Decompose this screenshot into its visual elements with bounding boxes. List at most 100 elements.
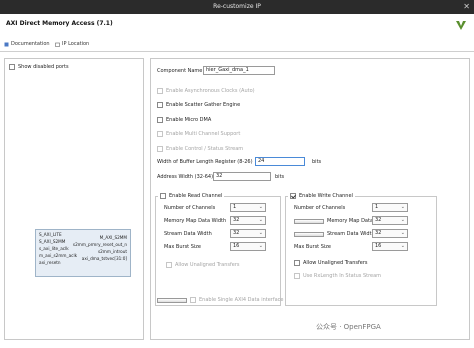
write-allow-unaligned-label: Allow Unaligned Transfers — [303, 260, 368, 266]
chevron-down-icon: ⌄ — [258, 204, 263, 210]
ip-title: AXI Direct Memory Access (7.1) — [6, 20, 113, 27]
port-m-axi-s2mm-aclk: m_axi_s2mm_aclk — [39, 253, 78, 258]
port-s-axi-lite-aclk: s_axi_lite_aclk — [39, 246, 69, 251]
port-s2mm-prmry-reset-out-n: s2mm_prmry_reset_out_n — [72, 242, 127, 247]
read-burst-value: 16 — [233, 243, 240, 249]
chevron-down-icon: ⌄ — [400, 217, 405, 223]
write-use-rxlength: Use RxLength In Status Stream — [294, 273, 381, 279]
vivado-logo-icon — [456, 21, 466, 30]
chevron-down-icon: ⌄ — [258, 217, 263, 223]
write-stream-width-label: Stream Data Width — [327, 231, 375, 237]
enable-read-channel[interactable]: Enable Read Channel — [158, 193, 225, 199]
enable-write-channel-label: Enable Write Channel — [299, 193, 353, 199]
read-stream-width-select[interactable]: 32 ⌄ — [230, 229, 266, 238]
chevron-down-icon: ⌄ — [400, 230, 405, 236]
port-m-axi-s2mm: M_AXI_S2MM — [99, 235, 127, 240]
enable-async-clocks: Enable Asynchronous Clocks (Auto) — [157, 88, 255, 94]
write-burst-select[interactable]: 16 ⌄ — [372, 242, 408, 251]
show-disabled-ports-checkbox[interactable] — [9, 64, 15, 70]
read-num-channels-value: 1 — [233, 204, 237, 210]
tab-documentation[interactable]: Documentation — [4, 41, 50, 47]
write-num-channels-label: Number of Channels — [294, 205, 346, 211]
ip-header: AXI Direct Memory Access (7.1) — [0, 14, 474, 38]
address-width-field[interactable]: 32 — [213, 172, 271, 181]
chevron-down-icon: ⌄ — [400, 243, 405, 249]
enable-control-status-label: Enable Control / Status Stream — [166, 146, 244, 152]
single-axi4-label: Enable Single AXI4 Data interface — [199, 297, 284, 303]
enable-control-status-checkbox — [157, 146, 163, 152]
buffer-length-field[interactable]: 24 — [255, 157, 305, 166]
write-allow-unaligned[interactable]: Allow Unaligned Transfers — [294, 260, 368, 266]
single-axi4-interface: Enable Single AXI4 Data interface — [157, 297, 284, 303]
symbol-pane: Show disabled ports S_AXI_LITE S_AXI_S2M… — [4, 58, 144, 340]
read-allow-unaligned-checkbox — [166, 262, 172, 268]
write-channel-group: Enable Write Channel Number of Channels … — [285, 193, 437, 306]
write-stream-width-value: 32 — [375, 230, 382, 236]
write-stream-width-select[interactable]: 32 ⌄ — [372, 229, 408, 238]
buffer-length-unit: bits — [312, 159, 322, 165]
enable-micro-dma[interactable]: Enable Micro DMA — [157, 117, 211, 123]
folder-icon — [55, 42, 60, 47]
enable-multi-channel: Enable Multi Channel Support — [157, 131, 240, 137]
enable-sg-checkbox[interactable] — [157, 102, 163, 108]
tab-ip-location-label: IP Location — [62, 41, 90, 47]
enable-sg-label: Enable Scatter Gather Engine — [166, 102, 241, 108]
read-allow-unaligned-label: Allow Unaligned Transfers — [175, 262, 240, 268]
read-mm-width-value: 32 — [233, 217, 240, 223]
chevron-down-icon: ⌄ — [258, 230, 263, 236]
address-width-unit: bits — [275, 174, 285, 180]
write-num-channels-select[interactable]: 1 ⌄ — [372, 203, 408, 212]
read-num-channels-label: Number of Channels — [164, 205, 216, 211]
port-axi-resetn: axi_resetn — [39, 260, 61, 265]
enable-sg[interactable]: Enable Scatter Gather Engine — [157, 102, 240, 108]
write-allow-unaligned-checkbox[interactable] — [294, 260, 300, 266]
book-icon — [4, 42, 9, 47]
enable-read-channel-checkbox[interactable] — [160, 193, 166, 199]
write-mm-width-select[interactable]: 32 ⌄ — [372, 216, 408, 225]
tab-documentation-label: Documentation — [11, 41, 50, 47]
close-icon[interactable]: ✕ — [463, 0, 470, 14]
port-s-axi-lite: S_AXI_LITE — [39, 232, 62, 237]
port-axi-dma-tstvec: axi_dma_tstvec[31:0] — [81, 256, 127, 261]
read-stream-width-value: 32 — [233, 230, 240, 236]
settings-pane: Component Name hier_Gaxi_dma_1 Enable As… — [150, 58, 470, 340]
single-axi4-indicator — [157, 297, 187, 303]
enable-micro-dma-checkbox[interactable] — [157, 117, 163, 123]
read-burst-select[interactable]: 16 ⌄ — [230, 242, 266, 251]
read-stream-width-label: Stream Data Width — [164, 231, 212, 237]
read-num-channels-select[interactable]: 1 ⌄ — [230, 203, 266, 212]
chevron-down-icon: ⌄ — [258, 243, 263, 249]
port-s-axi-s2mm: S_AXI_S2MM — [39, 239, 66, 244]
write-stream-width-indicator — [294, 231, 324, 237]
read-allow-unaligned: Allow Unaligned Transfers — [166, 262, 240, 268]
enable-multi-channel-label: Enable Multi Channel Support — [166, 131, 241, 137]
chevron-down-icon: ⌄ — [400, 204, 405, 210]
read-channel-group: Enable Read Channel Number of Channels 1… — [155, 193, 281, 306]
tab-ip-location[interactable]: IP Location — [55, 41, 89, 47]
write-burst-label: Max Burst Size — [294, 244, 331, 250]
address-width-label: Address Width (32-64) — [157, 174, 214, 180]
window-titlebar: Re-customize IP ✕ — [0, 0, 474, 14]
enable-write-channel-checkbox[interactable] — [290, 193, 296, 199]
read-mm-width-select[interactable]: 32 ⌄ — [230, 216, 266, 225]
enable-micro-dma-label: Enable Micro DMA — [166, 117, 212, 123]
enable-multi-channel-checkbox — [157, 131, 163, 137]
enable-write-channel[interactable]: Enable Write Channel — [288, 193, 355, 199]
tabs-row: Documentation IP Location — [0, 38, 474, 52]
write-mm-width-indicator — [294, 218, 324, 224]
component-name-label: Component Name — [157, 68, 203, 74]
buffer-length-label: Width of Buffer Length Register (8-26) — [157, 159, 253, 165]
window-title: Re-customize IP — [213, 3, 261, 10]
show-disabled-ports[interactable]: Show disabled ports — [9, 64, 69, 70]
write-use-rxlength-checkbox — [294, 273, 300, 279]
enable-async-clocks-label: Enable Asynchronous Clocks (Auto) — [166, 88, 255, 94]
write-stream-width-row: Stream Data Width — [294, 231, 375, 237]
write-mm-width-value: 32 — [375, 217, 382, 223]
component-name-field[interactable]: hier_Gaxi_dma_1 — [203, 66, 275, 75]
read-mm-width-label: Memory Map Data Width — [164, 218, 227, 224]
show-disabled-ports-label: Show disabled ports — [18, 64, 69, 70]
port-s2mm-introut: s2mm_introut — [97, 249, 127, 254]
watermark: 公众号 · OpenFPGA — [316, 322, 381, 332]
write-burst-value: 16 — [375, 243, 382, 249]
enable-async-clocks-checkbox — [157, 88, 163, 94]
